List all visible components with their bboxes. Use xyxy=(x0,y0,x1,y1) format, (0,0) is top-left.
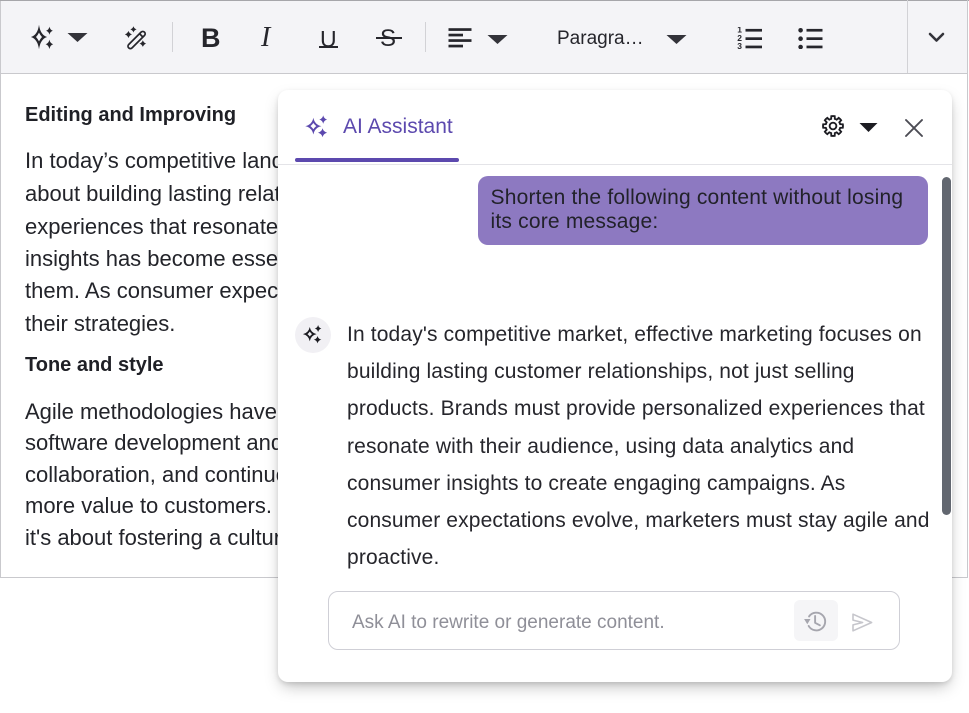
svg-text:3: 3 xyxy=(737,41,742,49)
